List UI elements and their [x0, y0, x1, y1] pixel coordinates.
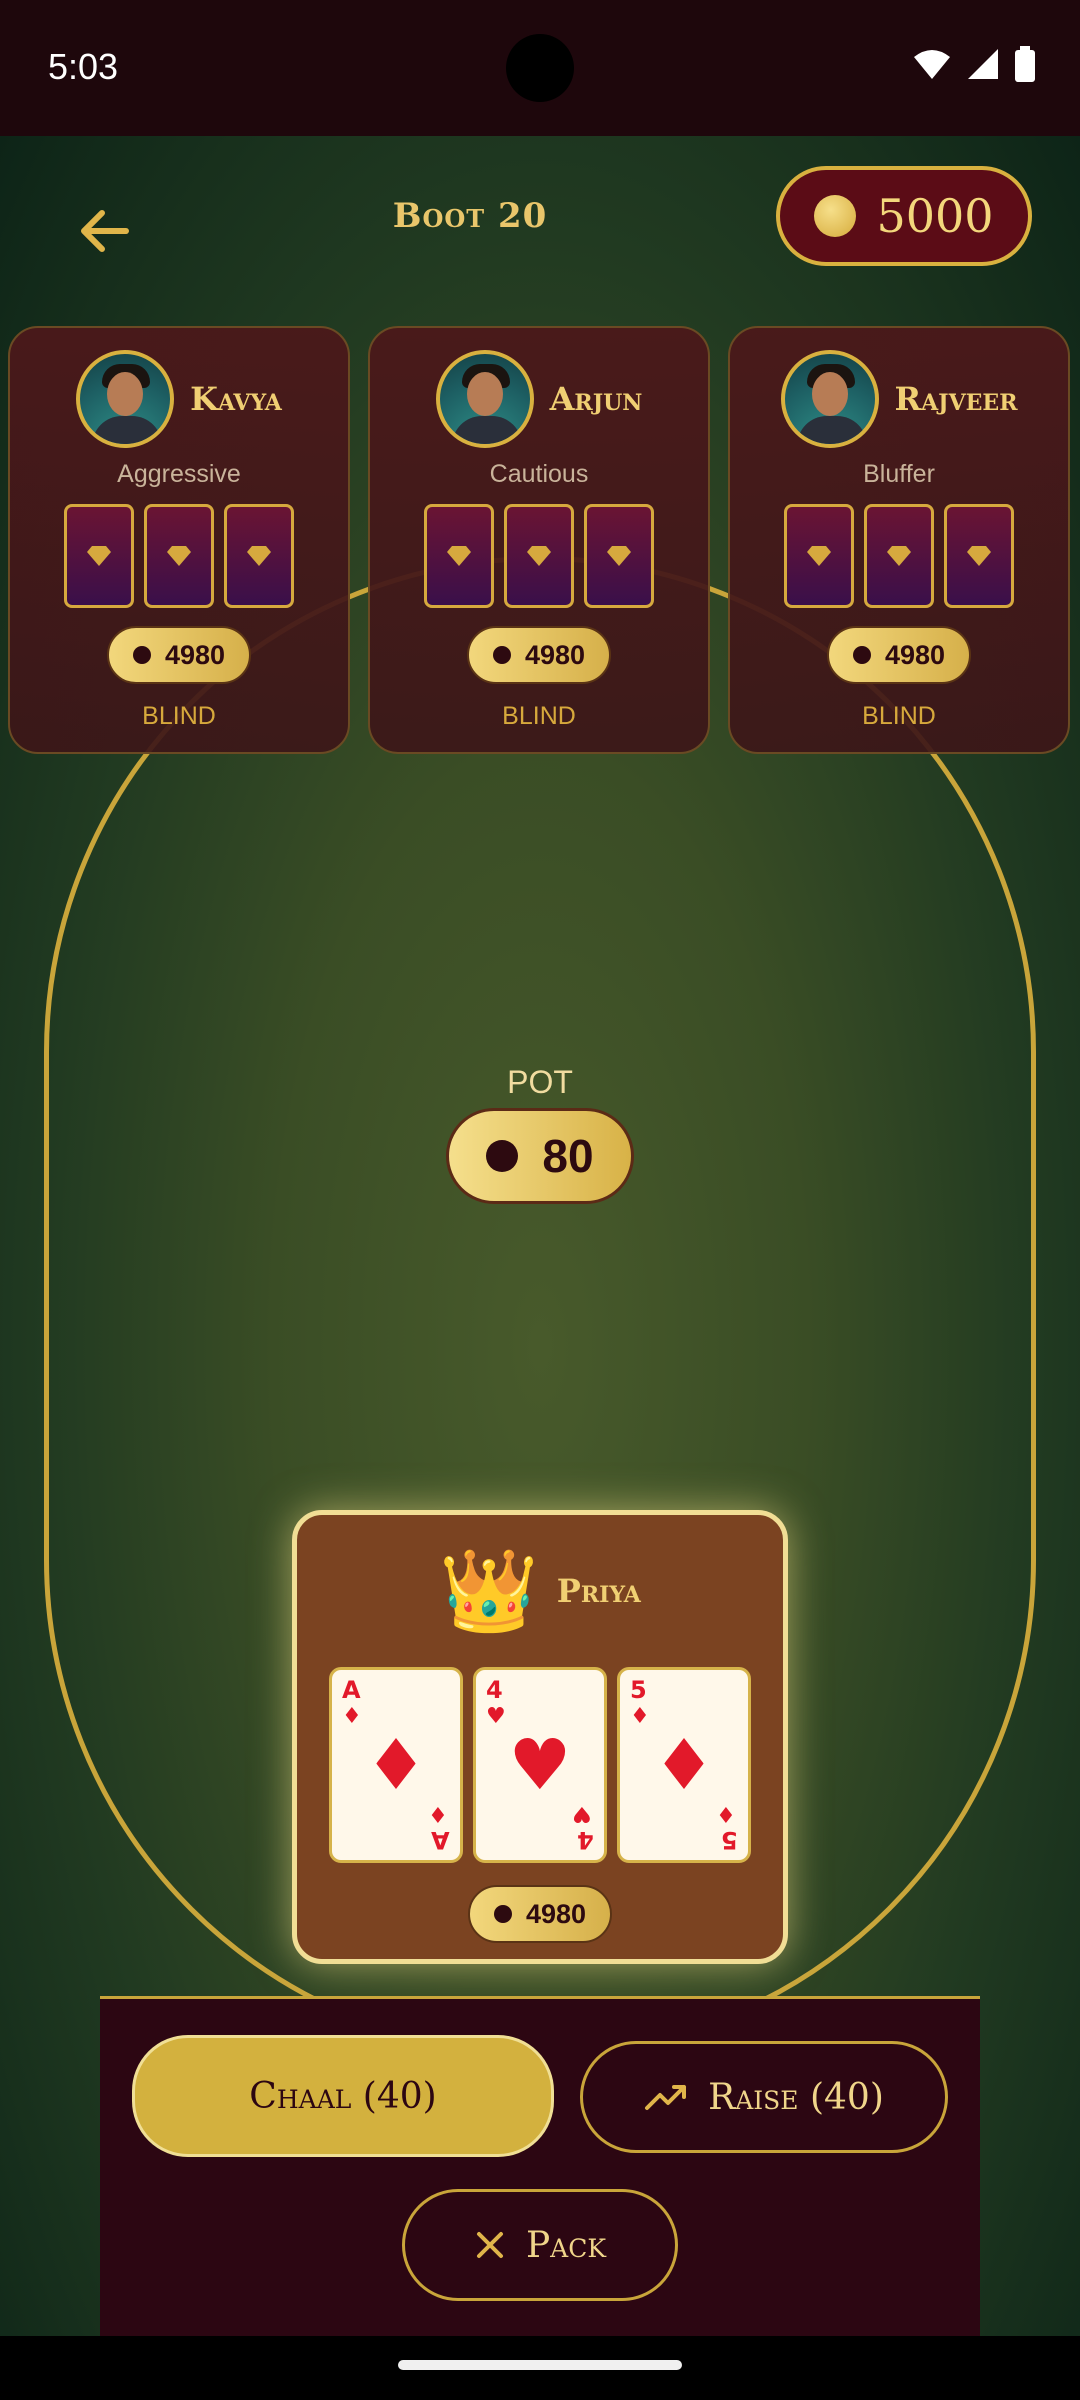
pack-button[interactable]: Pack [402, 2189, 678, 2301]
chip-icon [132, 646, 151, 664]
chip-icon [492, 646, 511, 664]
pack-label: Pack [525, 2224, 607, 2266]
status-bar: 5:03 [0, 0, 1080, 136]
chip-count: 4980 [525, 1898, 587, 1929]
home-handle[interactable] [398, 2360, 682, 2370]
suit-diamond-icon: ♦ [428, 1801, 448, 1826]
chip-count: 4980 [524, 639, 586, 670]
opponent-chips: 4980 [467, 626, 611, 684]
opponent-style: Bluffer [863, 460, 935, 488]
card-back [424, 504, 494, 608]
opponent-card-kavya: Kavya Aggressive 4980 BLIND [8, 326, 350, 754]
diamond-emblem-icon [887, 546, 911, 566]
player-hand: A ♦ ♦ ♦ A 4 ♥ ♥ ♥ 4 5 ♦ ♦ ♦ 5 [297, 1667, 783, 1863]
player-card[interactable]: 4 ♥ ♥ ♥ 4 [473, 1667, 607, 1863]
pot-pill: 80 [446, 1108, 634, 1204]
camera-cutout [506, 34, 574, 102]
player-card[interactable]: A ♦ ♦ ♦ A [329, 1667, 463, 1863]
card-rank: 4 [486, 1676, 503, 1704]
game-screen: Boot 20 5000 Kavya Aggressive 4980 BLIND [0, 136, 1080, 2339]
diamond-emblem-icon [807, 546, 831, 566]
card-rank: 5 [721, 1826, 738, 1854]
opponent-hand [370, 504, 708, 608]
opponent-hand [10, 504, 348, 608]
opponent-style: Aggressive [117, 460, 241, 488]
opponent-chips: 4980 [827, 626, 971, 684]
chaal-label: Chaal (40) [249, 2075, 437, 2117]
diamond-emblem-icon [527, 546, 551, 566]
opponent-style: Cautious [489, 460, 589, 488]
coin-icon [814, 195, 857, 237]
diamond-emblem-icon [167, 546, 191, 566]
card-rank: 4 [577, 1826, 594, 1854]
card-rank: A [431, 1826, 450, 1854]
opponent-status: BLIND [502, 702, 576, 730]
card-back [784, 504, 854, 608]
player-name: Priya [556, 1572, 641, 1610]
status-icons [912, 46, 1036, 82]
chip-count: 4980 [164, 639, 226, 670]
balance-value: 5000 [876, 189, 994, 243]
diamond-emblem-icon [967, 546, 991, 566]
card-back [864, 504, 934, 608]
card-back [64, 504, 134, 608]
card-back [144, 504, 214, 608]
pot-label: POT [507, 1064, 573, 1100]
suit-diamond-icon: ♦ [652, 1724, 716, 1806]
avatar [76, 350, 175, 448]
player-panel: 👑 Priya A ♦ ♦ ♦ A 4 ♥ ♥ ♥ 4 5 ♦ ♦ ♦ 5 49… [292, 1510, 788, 1964]
opponent-name: Rajveer [894, 380, 1018, 418]
trending-up-icon [645, 2085, 687, 2110]
battery-icon [1015, 46, 1035, 82]
chip-icon [486, 1140, 519, 1172]
suit-diamond-icon: ♦ [716, 1801, 736, 1826]
status-time: 5:03 [48, 46, 119, 87]
opponent-card-rajveer: Rajveer Bluffer 4980 BLIND [728, 326, 1070, 754]
diamond-emblem-icon [87, 546, 111, 566]
signal-icon [968, 49, 998, 79]
action-bar: Chaal (40) Raise (40) Pack [100, 1996, 980, 2339]
opponent-status: BLIND [862, 702, 936, 730]
avatar [435, 350, 534, 448]
card-back [224, 504, 294, 608]
player-card[interactable]: 5 ♦ ♦ ♦ 5 [617, 1667, 751, 1863]
opponent-hand [730, 504, 1068, 608]
chip-count: 4980 [884, 639, 946, 670]
opponent-status: BLIND [142, 702, 216, 730]
chaal-button[interactable]: Chaal (40) [132, 2035, 554, 2157]
opponent-name: Kavya [190, 380, 282, 418]
raise-label: Raise (40) [708, 2076, 884, 2118]
close-icon [476, 2232, 503, 2258]
diamond-emblem-icon [447, 546, 471, 566]
opponent-chips: 4980 [107, 626, 251, 684]
player-chips: 4980 [468, 1885, 612, 1943]
suit-heart-icon: ♥ [572, 1801, 592, 1826]
card-back [504, 504, 574, 608]
raise-button[interactable]: Raise (40) [580, 2041, 948, 2153]
wifi-icon [914, 50, 950, 79]
diamond-emblem-icon [247, 546, 271, 566]
card-rank: 5 [630, 1676, 647, 1704]
navigation-bar [0, 2336, 1080, 2400]
balance-pill: 5000 [776, 166, 1032, 266]
card-back [944, 504, 1014, 608]
crown-icon: 👑 [439, 1546, 539, 1635]
suit-diamond-icon: ♦ [364, 1724, 428, 1806]
avatar [780, 350, 879, 448]
card-back [584, 504, 654, 608]
diamond-emblem-icon [607, 546, 631, 566]
pot-value: 80 [542, 1130, 594, 1182]
chip-icon [493, 1905, 512, 1923]
opponent-name: Arjun [549, 380, 643, 418]
suit-heart-icon: ♥ [508, 1724, 572, 1806]
opponent-card-arjun: Arjun Cautious 4980 BLIND [368, 326, 710, 754]
chip-icon [852, 646, 871, 664]
card-rank: A [342, 1676, 361, 1704]
